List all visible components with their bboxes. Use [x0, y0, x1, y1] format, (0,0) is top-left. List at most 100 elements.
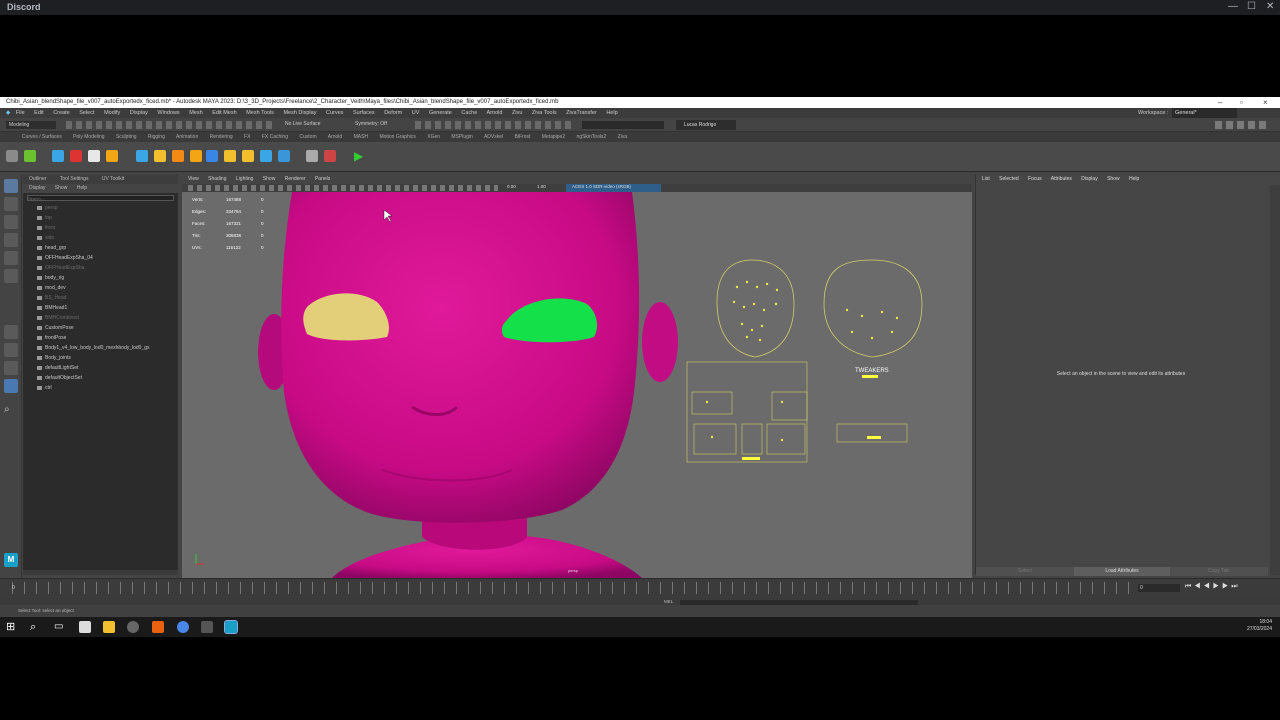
outliner-item[interactable]: side: [23, 233, 178, 243]
shelf-tab[interactable]: Custom: [299, 134, 316, 140]
tool-icon[interactable]: [106, 150, 118, 162]
play-icon[interactable]: ▶: [354, 150, 366, 162]
menu-mesh-tools[interactable]: Mesh Tools: [246, 110, 274, 116]
layout-four-icon[interactable]: [4, 343, 18, 357]
shelf-tab[interactable]: Arnold: [328, 134, 342, 140]
attr-menu-focus[interactable]: Focus: [1028, 176, 1042, 182]
menu-mesh-display[interactable]: Mesh Display: [283, 110, 316, 116]
viewport-menu-show[interactable]: Show: [263, 176, 276, 182]
viewport-menu-view[interactable]: View: [188, 176, 199, 182]
rig-control-dots[interactable]: [705, 280, 899, 442]
app-icon[interactable]: [152, 621, 164, 633]
close-icon[interactable]: ✕: [1266, 1, 1274, 12]
3d-viewport[interactable]: TWEAKERS persp Verts: 167488 0 Edges: 334784…: [182, 192, 972, 578]
viewport-toolbar-icons[interactable]: [188, 185, 498, 191]
copy-tab-button[interactable]: Copy Tab: [1208, 567, 1229, 576]
viewport-scene[interactable]: TWEAKERS persp: [182, 192, 972, 578]
shelf-tab[interactable]: Sculpting: [116, 134, 137, 140]
menu-select[interactable]: Select: [79, 110, 94, 116]
maya-taskbar-icon[interactable]: [224, 620, 238, 634]
outliner-item[interactable]: body_rig: [23, 273, 178, 283]
select-button[interactable]: Select: [1018, 567, 1032, 576]
outliner-search-input[interactable]: [27, 195, 174, 201]
link-icon[interactable]: [136, 150, 148, 162]
viewport-menu-shading[interactable]: Shading: [208, 176, 226, 182]
layout-single-icon[interactable]: [4, 325, 18, 339]
outliner-item[interactable]: front: [23, 223, 178, 233]
tool-icon[interactable]: [324, 150, 336, 162]
character-right-ear[interactable]: [642, 302, 678, 382]
app-icon[interactable]: [127, 621, 139, 633]
search-icon[interactable]: ⌕: [30, 621, 42, 633]
tab-uv-toolkit[interactable]: UV Toolkit: [102, 176, 124, 182]
attr-menu-list[interactable]: List: [982, 176, 990, 182]
shelf-tab[interactable]: Curves / Surfaces: [22, 134, 62, 140]
tool-icon[interactable]: [224, 150, 236, 162]
workspace-dropdown[interactable]: General*: [1172, 108, 1237, 118]
tool-icon[interactable]: [306, 150, 318, 162]
scale-tool-icon[interactable]: [4, 269, 18, 283]
input-line-field[interactable]: [582, 121, 664, 129]
tool-icon[interactable]: [88, 150, 100, 162]
rig-slider[interactable]: [867, 436, 881, 439]
menu-ziva-tools[interactable]: Ziva Tools: [532, 110, 557, 116]
move-tool-icon[interactable]: [4, 233, 18, 247]
menu-cache[interactable]: Cache: [461, 110, 477, 116]
outliner-item[interactable]: defaultLightSet: [23, 363, 178, 373]
tab-outliner[interactable]: Outliner: [29, 176, 47, 182]
shelf-tab[interactable]: XGen: [427, 134, 440, 140]
maya-minimize-icon[interactable]: –: [1218, 97, 1222, 108]
windows-start-icon[interactable]: ⊞: [6, 621, 18, 633]
live-surface-field[interactable]: No Live Surface: [285, 121, 321, 127]
maximize-icon[interactable]: ☐: [1247, 1, 1256, 12]
file-explorer-icon[interactable]: [103, 621, 115, 633]
outliner-item[interactable]: top: [23, 213, 178, 223]
timeline-ticks[interactable]: [12, 582, 1137, 594]
shelf-tab[interactable]: ADVskel: [484, 134, 503, 140]
outliner-scrollbar[interactable]: [23, 570, 178, 575]
outliner-item[interactable]: mod_dev: [23, 283, 178, 293]
playback-controls[interactable]: ⏮◀◀▶▶⏭: [1185, 583, 1241, 591]
app-icon[interactable]: [201, 621, 213, 633]
attr-menu-attributes[interactable]: Attributes: [1051, 176, 1072, 182]
render-icons[interactable]: [415, 121, 575, 129]
outliner-item[interactable]: persp: [23, 203, 178, 213]
menu-ziva-transfer[interactable]: ZivaTransfer: [566, 110, 597, 116]
symmetry-dropdown[interactable]: Symmetry: Off: [355, 121, 387, 127]
menu-help[interactable]: Help: [606, 110, 617, 116]
attr-menu-help[interactable]: Help: [1129, 176, 1139, 182]
outliner-item[interactable]: OFFHeadExpSha_04: [23, 253, 178, 263]
menu-curves[interactable]: Curves: [326, 110, 343, 116]
shelf-tab[interactable]: MSPlugin: [451, 134, 472, 140]
tool-icon[interactable]: [206, 150, 218, 162]
menu-zivu[interactable]: Zivu: [512, 110, 522, 116]
attr-menu-display[interactable]: Display: [1081, 176, 1097, 182]
tool-icon[interactable]: [70, 150, 82, 162]
character-head[interactable]: [281, 192, 640, 523]
shelf-tab[interactable]: Metapipe2: [542, 134, 565, 140]
rig-slider[interactable]: [742, 457, 760, 460]
layout-outliner-icon[interactable]: [4, 379, 18, 393]
outliner-menu-help[interactable]: Help: [77, 185, 87, 191]
shelf-tab[interactable]: MASH: [354, 134, 368, 140]
viewport-menu-renderer[interactable]: Renderer: [285, 176, 306, 182]
rig-slider[interactable]: [862, 375, 878, 378]
tool-icon[interactable]: [172, 150, 184, 162]
outliner-item[interactable]: Body1_v4_low_body_lod0_meshbody_lod0_gs: [23, 343, 178, 353]
shelf-tab[interactable]: FX: [244, 134, 250, 140]
shelf-tab[interactable]: ngSkinTools2: [577, 134, 607, 140]
shelf-tab[interactable]: BiFrost: [515, 134, 531, 140]
mode-dropdown[interactable]: Modeling: [6, 121, 56, 129]
viewport-menu-panels[interactable]: Panels: [315, 176, 330, 182]
shelf-tab[interactable]: Motion Graphics: [379, 134, 415, 140]
attr-menu-selected[interactable]: Selected: [999, 176, 1018, 182]
tool-icon[interactable]: [260, 150, 272, 162]
shelf-tab[interactable]: Rendering: [210, 134, 233, 140]
app-icon[interactable]: [79, 621, 91, 633]
outliner-item[interactable]: ctrl: [23, 383, 178, 393]
shelf-tab[interactable]: Animation: [176, 134, 198, 140]
task-view-icon[interactable]: ▭: [54, 621, 66, 633]
outliner-item[interactable]: CustomPose: [23, 323, 178, 333]
face-rig-control-panel[interactable]: TWEAKERS: [686, 259, 923, 463]
side-tabs[interactable]: [1270, 185, 1280, 575]
